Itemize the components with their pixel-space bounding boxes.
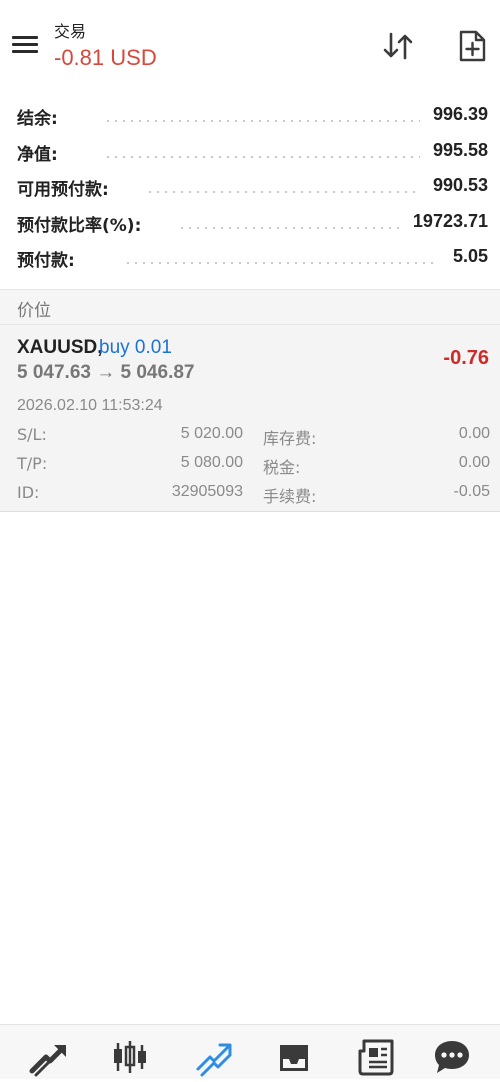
balance-label: 结余: <box>17 109 58 129</box>
dotted-leader <box>178 226 400 229</box>
hamburger-menu-icon[interactable] <box>10 32 40 60</box>
margin-level-row: 预付款比率(%): 19723.71 <box>0 205 500 241</box>
free-margin-value: 990.53 <box>432 175 488 195</box>
app-header: 交易 -0.81 USD <box>0 0 500 92</box>
equity-row: 净值: 995.58 <box>0 134 500 170</box>
commission-value: -0.05 <box>453 483 490 500</box>
position-prices: 5 047.63 → 5 046.87 <box>17 362 195 383</box>
dotted-leader <box>104 120 420 122</box>
history-inbox-icon[interactable] <box>274 1037 314 1077</box>
margin-row: 预付款: 5.05 <box>0 240 500 276</box>
bottom-navigation <box>0 1024 500 1079</box>
candlestick-chart-icon[interactable] <box>110 1037 150 1077</box>
dotted-leader <box>146 191 420 193</box>
messages-chat-icon[interactable] <box>432 1037 472 1077</box>
new-document-plus-icon[interactable] <box>454 28 490 64</box>
tax-value: 0.00 <box>458 454 490 471</box>
quotes-arrows-icon[interactable] <box>28 1037 68 1077</box>
position-profit: -0.76 <box>443 347 489 369</box>
margin-level-label: 预付款比率(%): <box>17 215 142 236</box>
dotted-leader <box>104 155 420 158</box>
positions-section-header: 价位 <box>0 289 500 325</box>
page-title: 交易 <box>54 22 87 41</box>
margin-label: 预付款: <box>17 251 75 271</box>
balance-value: 996.39 <box>432 104 488 124</box>
position-side-volume: buy 0.01 <box>99 337 172 358</box>
sl-value: 5 020.00 <box>180 425 243 442</box>
sl-label: S/L: <box>17 425 47 444</box>
swap-label: 库存费: <box>263 429 317 448</box>
balance-row: 结余: 996.39 <box>0 98 500 134</box>
equity-label: 净值: <box>17 144 58 165</box>
dotted-leader <box>124 262 438 264</box>
free-margin-row: 可用预付款: 990.53 <box>0 169 500 205</box>
total-profit: -0.81 USD <box>54 45 157 70</box>
margin-value: 5.05 <box>452 246 488 266</box>
swap-value: 0.00 <box>458 425 490 442</box>
tp-label: T/P: <box>17 454 48 473</box>
tax-label: 税金: <box>263 458 301 477</box>
trade-chart-icon[interactable] <box>194 1037 234 1077</box>
news-icon[interactable] <box>356 1037 396 1077</box>
account-summary: 结余: 996.39 净值: 995.58 可用预付款: 990.53 预付款比… <box>0 98 500 276</box>
sort-arrows-icon[interactable] <box>380 28 416 64</box>
section-title: 价位 <box>17 301 51 321</box>
position-symbol: XAUUSD, <box>17 337 103 358</box>
id-value: 32905093 <box>171 483 243 500</box>
tp-value: 5 080.00 <box>180 454 243 471</box>
commission-label: 手续费: <box>263 487 317 506</box>
equity-value: 995.58 <box>432 139 488 160</box>
free-margin-label: 可用预付款: <box>17 180 109 200</box>
id-label: ID: <box>17 483 40 502</box>
position-open-time: 2026.02.10 11:53:24 <box>17 397 163 414</box>
position-item[interactable]: XAUUSD, buy 0.01 5 047.63 → 5 046.87 -0.… <box>0 325 500 512</box>
margin-level-value: 19723.71 <box>412 210 488 231</box>
